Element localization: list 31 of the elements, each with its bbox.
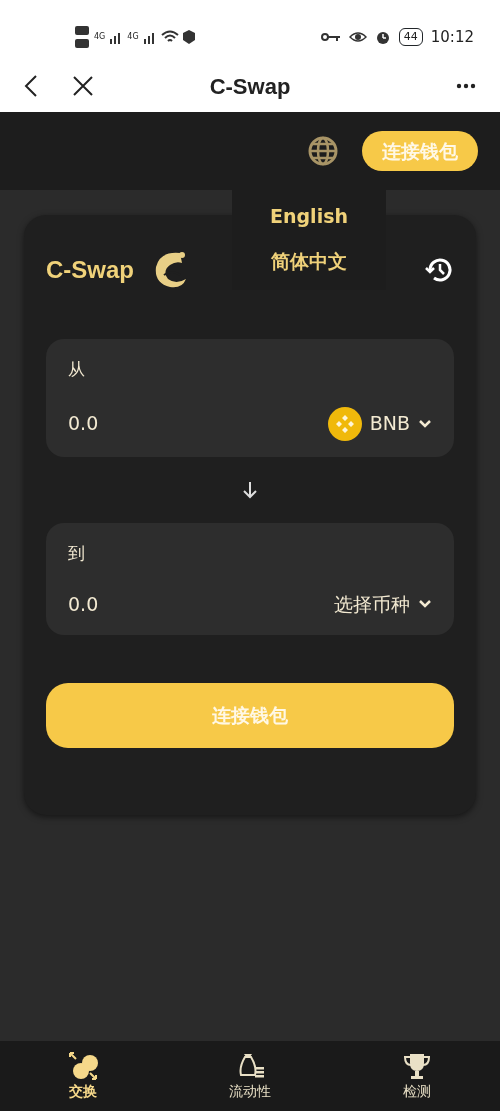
battery-icon: 44 (398, 27, 423, 47)
nav-tab[interactable]: 交换 (23, 1049, 144, 1103)
arrow-down-icon[interactable] (242, 480, 258, 499)
field-label: 到 (68, 541, 86, 565)
nav-tab[interactable]: 检测 (356, 1049, 477, 1103)
field-label: 从 (68, 358, 86, 381)
nav-tab[interactable]: 流动性 (190, 1049, 310, 1103)
token-selector[interactable]: BNB (327, 406, 432, 441)
amount-field[interactable]: 0.0 (68, 409, 99, 438)
chevron-down-icon (418, 418, 432, 429)
globe-icon[interactable] (308, 136, 338, 166)
brand-name: C-Swap (46, 255, 134, 285)
language-option[interactable]: 简体中文 (232, 246, 386, 275)
language-option[interactable]: English (232, 202, 386, 231)
eye-icon (348, 31, 367, 43)
status-time: 10:12 (430, 26, 474, 48)
chevron-down-icon (418, 599, 432, 610)
network-label: 4G (94, 31, 106, 43)
more-icon[interactable] (456, 83, 476, 89)
network-label: 4G (127, 31, 139, 43)
token-selector[interactable]: 选择币种 (334, 590, 432, 619)
page-title: C-Swap (209, 72, 291, 101)
sim-icon (74, 24, 90, 50)
coin-icon (327, 406, 362, 441)
key-icon (320, 32, 341, 42)
wifi-icon (160, 30, 179, 44)
swap-icon (68, 1050, 99, 1081)
close-icon[interactable] (72, 75, 94, 97)
signal-icon (142, 30, 157, 44)
back-icon[interactable] (24, 74, 38, 98)
amount-field[interactable]: 0.0 (68, 590, 99, 619)
